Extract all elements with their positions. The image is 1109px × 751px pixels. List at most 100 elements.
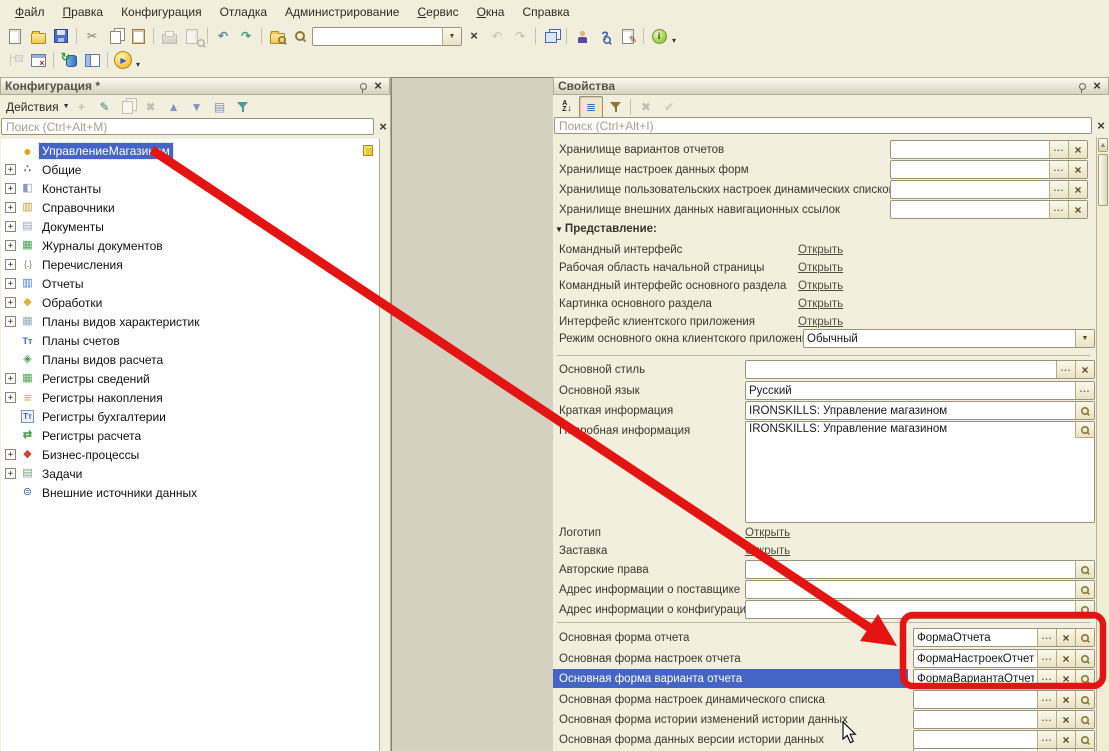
toolbar-overflow-arrow[interactable]: ▾	[672, 36, 676, 48]
ellipsis-button[interactable]	[1037, 670, 1056, 687]
expand-icon[interactable]	[5, 221, 16, 232]
property-value-input[interactable]	[914, 650, 1037, 667]
clear-value-button[interactable]	[1068, 181, 1087, 198]
tree-item-calculation-types[interactable]: Планы видов расчета	[1, 350, 379, 369]
expand-icon[interactable]	[5, 449, 16, 460]
tree-item-characteristic-types[interactable]: Планы видов характеристик	[1, 312, 379, 331]
open-link[interactable]: Открыть	[745, 545, 790, 557]
clear-value-button[interactable]	[1068, 161, 1087, 178]
tree-item-document-journals[interactable]: Журналы документов	[1, 236, 379, 255]
tree-item-business-processes[interactable]: Бизнес-процессы	[1, 445, 379, 464]
property-value-field[interactable]	[890, 200, 1088, 219]
property-value-field[interactable]	[890, 180, 1088, 199]
property-value-field[interactable]	[913, 690, 1095, 709]
save-button[interactable]	[50, 26, 72, 46]
move-down-button[interactable]: ▼	[186, 97, 208, 117]
property-value-field[interactable]	[913, 710, 1095, 729]
menu-configuration[interactable]: Конфигурация	[112, 1, 211, 23]
tree-item-accounting-registers[interactable]: Регистры бухгалтерии	[1, 407, 379, 426]
copy-button[interactable]	[104, 26, 126, 46]
actions-menu-button[interactable]: Действия ▼	[3, 97, 70, 117]
ellipsis-button[interactable]	[1037, 711, 1056, 728]
dropdown-button[interactable]	[1075, 330, 1094, 347]
syntax-check-button[interactable]	[571, 26, 593, 46]
property-value-textarea[interactable]: IRONSKILLS: Управление магазином	[746, 422, 1075, 448]
menu-file[interactable]: Файл	[6, 1, 54, 23]
expand-icon[interactable]	[5, 468, 16, 479]
tree-item-documents[interactable]: Документы	[1, 217, 379, 236]
sort-alphabetical-button[interactable]	[556, 97, 578, 117]
tree-item-calculation-registers[interactable]: Регистры расчета	[1, 426, 379, 445]
clear-value-button[interactable]	[1068, 201, 1087, 218]
expand-icon[interactable]	[5, 297, 16, 308]
property-value-field[interactable]	[913, 649, 1095, 668]
property-value-input[interactable]	[914, 731, 1037, 748]
combo-dropdown-button[interactable]	[442, 28, 461, 45]
property-value-field[interactable]	[913, 669, 1095, 688]
new-file-button[interactable]	[4, 26, 26, 46]
magnifier-button[interactable]	[1075, 711, 1094, 728]
open-link[interactable]: Открыть	[798, 316, 843, 328]
properties-scrollbar[interactable]	[1096, 137, 1109, 751]
property-value-field[interactable]	[745, 381, 1095, 400]
nav-back-button[interactable]: ↶	[486, 26, 508, 46]
close-panel-button[interactable]	[371, 79, 385, 93]
search-clear-button[interactable]	[463, 26, 485, 46]
open-link[interactable]: Открыть	[745, 527, 790, 539]
property-row-default-report-variant-form[interactable]: Основная форма варианта отчета	[553, 669, 1096, 689]
tree-item-data-processors[interactable]: Обработки	[1, 293, 379, 312]
tree-item-common[interactable]: Общие	[1, 160, 379, 179]
menu-debug[interactable]: Отладка	[211, 1, 276, 23]
edit-button[interactable]: ✎	[94, 97, 116, 117]
redo-button[interactable]: ↷	[235, 26, 257, 46]
open-link[interactable]: Открыть	[798, 262, 843, 274]
tree-item-enumerations[interactable]: Перечисления	[1, 255, 379, 274]
toolbar-overflow-arrow[interactable]: ▾	[136, 60, 140, 72]
property-value-field[interactable]	[913, 628, 1095, 647]
templates-button[interactable]: ✎	[617, 26, 639, 46]
property-value-input[interactable]	[746, 561, 1075, 578]
ellipsis-button[interactable]	[1075, 382, 1094, 399]
global-search-button[interactable]	[266, 26, 288, 46]
property-value-field[interactable]	[890, 160, 1088, 179]
syntax-help-button[interactable]: ?	[594, 26, 616, 46]
nav-forward-button[interactable]: ↷	[509, 26, 531, 46]
property-value-input[interactable]	[804, 330, 1075, 347]
property-value-input[interactable]	[914, 670, 1037, 687]
property-value-input[interactable]	[914, 629, 1037, 646]
tree-item-accumulation-registers[interactable]: Регистры накопления	[1, 388, 379, 407]
expand-icon[interactable]	[5, 259, 16, 270]
open-link[interactable]: Открыть	[798, 244, 843, 256]
expand-icon[interactable]	[5, 183, 16, 194]
property-value-input[interactable]	[746, 361, 1056, 378]
magnifier-button[interactable]	[1075, 731, 1094, 748]
property-value-field[interactable]	[890, 140, 1088, 159]
tree-item-root[interactable]: УправлениеМагазином	[1, 141, 379, 160]
close-all-windows-button[interactable]	[27, 50, 49, 70]
sort-list-button[interactable]: ▤	[209, 97, 231, 117]
clear-value-button[interactable]	[1056, 670, 1075, 687]
clear-value-button[interactable]	[1056, 711, 1075, 728]
property-value-field[interactable]	[745, 600, 1095, 619]
search-combobox[interactable]	[312, 27, 462, 46]
property-value-field[interactable]: IRONSKILLS: Управление магазином	[745, 421, 1095, 523]
toolbar-search-input[interactable]	[313, 28, 442, 45]
cancel-edit-button[interactable]: ✖	[635, 97, 657, 117]
menu-administration[interactable]: Администрирование	[276, 1, 408, 23]
category-view-button[interactable]	[579, 96, 603, 118]
properties-search-input[interactable]	[554, 117, 1092, 134]
tree-item-reports[interactable]: Отчеты	[1, 274, 379, 293]
print-button[interactable]	[158, 26, 180, 46]
undo-button[interactable]: ↶	[212, 26, 234, 46]
clear-value-button[interactable]	[1056, 629, 1075, 646]
expand-icon[interactable]	[5, 316, 16, 327]
property-value-input[interactable]	[914, 691, 1037, 708]
property-value-field[interactable]	[745, 580, 1095, 599]
menu-edit[interactable]: Правка	[54, 1, 113, 23]
update-db-config-button[interactable]	[58, 50, 80, 70]
magnifier-button[interactable]	[1075, 601, 1094, 618]
property-value-field[interactable]	[745, 560, 1095, 579]
windows-list-button[interactable]	[540, 26, 562, 46]
ellipsis-button[interactable]	[1049, 161, 1068, 178]
open-link[interactable]: Открыть	[798, 298, 843, 310]
